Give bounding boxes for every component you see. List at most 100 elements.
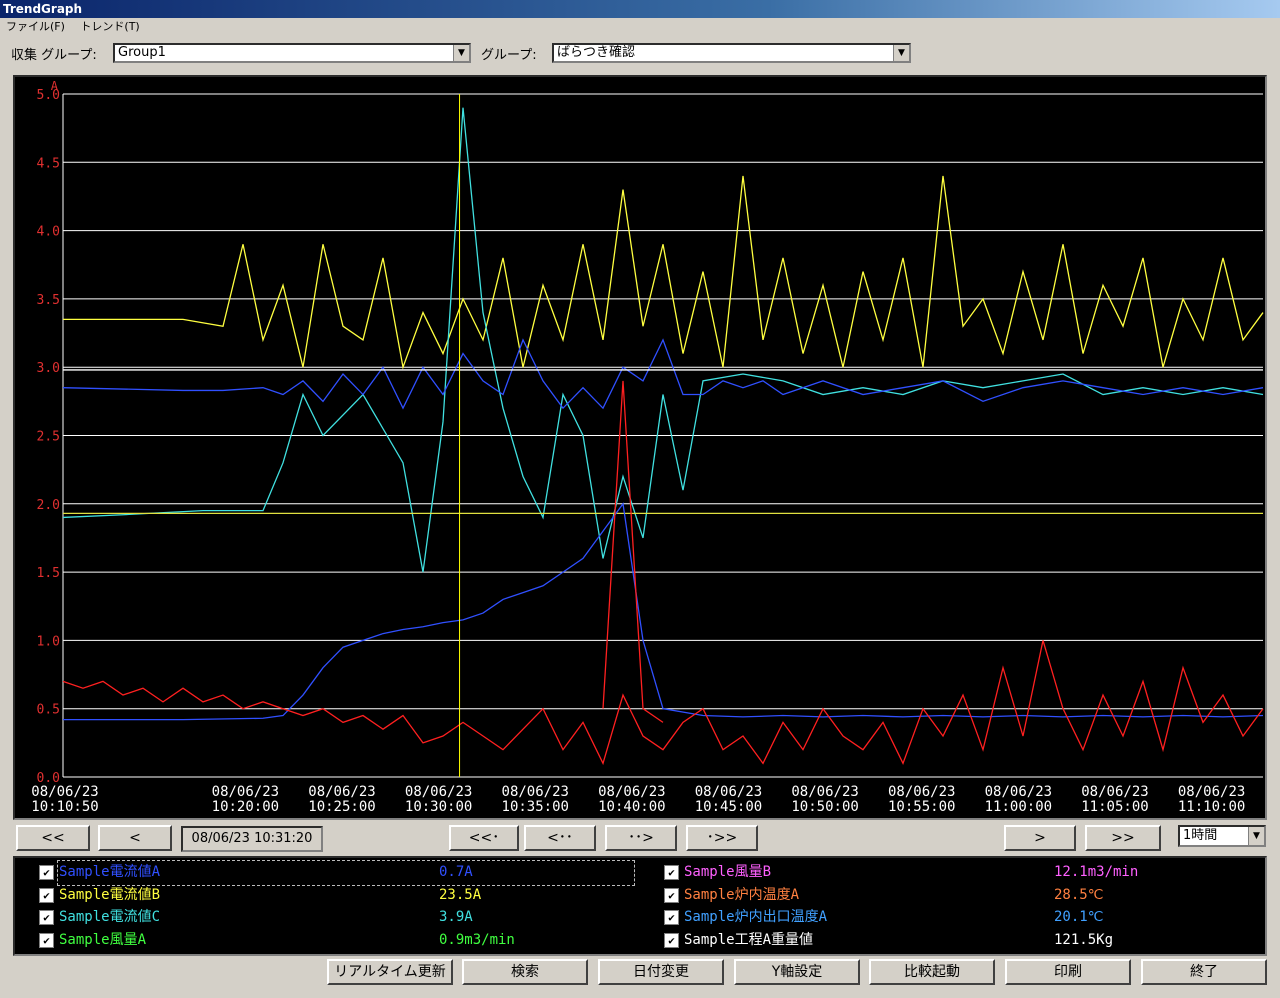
x-tick-date: 08/06/23 (502, 784, 569, 800)
group-value: ばらつき確認 (557, 45, 636, 60)
x-tick-time: 11:10:00 (1178, 799, 1245, 815)
x-tick-time: 10:30:00 (405, 799, 472, 815)
x-tick-time: 11:00:00 (985, 799, 1052, 815)
x-tick-date: 08/06/23 (31, 784, 98, 800)
group-label: グループ: (481, 48, 537, 63)
x-tick-date: 08/06/23 (695, 784, 762, 800)
chevron-down-icon[interactable]: ▼ (893, 45, 909, 61)
legend-series-name: Sample風量B (684, 864, 772, 880)
compare-launch-button[interactable]: 比較起動 (869, 959, 995, 985)
time-range-select[interactable]: 1時間 ▼ (1178, 825, 1266, 847)
y-tick-label: 0.5 (37, 703, 60, 718)
group-select[interactable]: ばらつき確認 ▼ (552, 43, 911, 63)
scroll-far-right-button[interactable]: ･>> (686, 825, 758, 851)
x-tick-time: 10:20:00 (212, 799, 279, 815)
x-tick-time: 10:50:00 (791, 799, 858, 815)
series-visible-checkbox[interactable]: ✔ (39, 865, 54, 880)
series-visible-checkbox[interactable]: ✔ (664, 932, 679, 948)
x-tick-time: 10:25:00 (308, 799, 375, 815)
collection-group-select[interactable]: Group1 ▼ (113, 43, 471, 63)
y-tick-label: 3.5 (37, 293, 60, 308)
trend-chart[interactable]: 0.0 0.5 1.0 1.5 2.0 2.5 3.0 3.5 4.0 4.5 5.0 A 08/06/… (13, 75, 1267, 820)
chevron-down-icon[interactable]: ▼ (453, 45, 469, 61)
legend-series-name: Sample炉内温度A (684, 886, 800, 903)
legend-item: ✔ Sample炉内温度A 28.5℃ (664, 885, 1224, 905)
y-tick-label: 3.0 (37, 361, 60, 376)
legend-item: ✔ Sample電流値C 3.9A (39, 907, 599, 927)
print-button[interactable]: 印刷 (1005, 959, 1131, 985)
x-tick-date: 08/06/23 (598, 784, 665, 800)
legend-item: ✔ Sample電流値A 0.7A (39, 862, 599, 882)
y-axis-unit-label: A (51, 79, 59, 93)
x-tick-date: 08/06/23 (1178, 784, 1245, 800)
legend-series-name: Sample工程A重量値 (684, 931, 814, 948)
x-tick-date: 08/06/23 (212, 784, 279, 800)
legend-item: ✔ Sample風量B 12.1m3/min (664, 862, 1224, 882)
realtime-update-button[interactable]: リアルタイム更新 (327, 959, 453, 985)
legend-panel: ✔ Sample電流値A 0.7A ✔ Sample電流値B 23.5A ✔ Sample電流… (13, 856, 1267, 956)
date-change-button[interactable]: 日付変更 (598, 959, 724, 985)
next-page-button[interactable]: > (1004, 825, 1076, 851)
series-visible-checkbox[interactable]: ✔ (664, 887, 679, 903)
chevron-down-icon[interactable]: ▼ (1248, 827, 1264, 845)
legend-series-name: Sample電流値B (59, 886, 161, 903)
legend-item: ✔ Sample風量A 0.9m3/min (39, 930, 599, 950)
legend-series-name: Sample電流値A (59, 864, 161, 880)
y-tick-label: 1.5 (37, 566, 60, 581)
prev-page-button[interactable]: < (98, 825, 172, 851)
scroll-far-left-button[interactable]: <<･ (449, 825, 519, 851)
x-tick-time: 10:55:00 (888, 799, 955, 815)
legend-series-value: 0.9m3/min (439, 931, 515, 948)
trend-chart-svg: 0.00.51.01.52.02.53.03.54.04.55.0A08/06/… (31, 79, 1264, 815)
x-tick-time: 11:05:00 (1081, 799, 1148, 815)
x-tick-date: 08/06/23 (308, 784, 375, 800)
series-visible-checkbox[interactable]: ✔ (39, 932, 54, 948)
series-visible-checkbox[interactable]: ✔ (664, 865, 679, 880)
y-tick-label: 2.0 (37, 498, 60, 513)
x-tick-date: 08/06/23 (791, 784, 858, 800)
exit-button[interactable]: 終了 (1141, 959, 1267, 985)
x-tick-time: 10:35:00 (502, 799, 569, 815)
scroll-right-button[interactable]: ･･> (605, 825, 677, 851)
menu-bar: ファイル(F) トレンド(T) (0, 18, 1280, 36)
series-visible-checkbox[interactable]: ✔ (664, 910, 679, 925)
legend-series-name: Sample電流値C (59, 909, 161, 925)
x-tick-date: 08/06/23 (888, 784, 955, 800)
legend-series-value: 3.9A (439, 909, 473, 925)
legend-item: ✔ Sample炉内出口温度A 20.1℃ (664, 907, 1224, 927)
y-tick-label: 4.5 (37, 156, 60, 171)
x-tick-time: 10:40:00 (598, 799, 665, 815)
series-line (602, 380, 664, 723)
time-range-value: 1時間 (1183, 828, 1218, 843)
search-button[interactable]: 検索 (462, 959, 588, 985)
y-axis-settings-button[interactable]: Y軸設定 (734, 959, 860, 985)
legend-series-value: 121.5Kg (1054, 931, 1114, 948)
last-page-button[interactable]: >> (1085, 825, 1161, 851)
x-tick-time: 10:10:50 (31, 799, 98, 815)
x-tick-date: 08/06/23 (1081, 784, 1148, 800)
scroll-left-button[interactable]: <･･ (524, 825, 596, 851)
y-tick-label: 1.0 (37, 634, 60, 649)
x-tick-date: 08/06/23 (405, 784, 472, 800)
legend-series-value: 12.1m3/min (1054, 864, 1139, 880)
series-visible-checkbox[interactable]: ✔ (39, 910, 54, 925)
first-page-button[interactable]: << (16, 825, 90, 851)
legend-item: ✔ Sample工程A重量値 121.5Kg (664, 930, 1224, 950)
collection-group-value: Group1 (118, 45, 166, 60)
x-tick-time: 10:45:00 (695, 799, 762, 815)
menu-file[interactable]: ファイル(F) (0, 18, 71, 36)
y-tick-label: 4.0 (37, 225, 60, 240)
legend-series-name: Sample風量A (59, 931, 147, 948)
legend-series-value: 20.1℃ (1054, 909, 1104, 925)
series-line (62, 640, 1264, 766)
legend-series-value: 28.5℃ (1054, 886, 1104, 903)
x-tick-date: 08/06/23 (985, 784, 1052, 800)
y-tick-label: 2.5 (37, 430, 60, 445)
menu-trend[interactable]: トレンド(T) (74, 18, 145, 36)
series-line (63, 502, 1264, 721)
collection-group-label: 収集 グループ: (11, 48, 97, 63)
legend-item: ✔ Sample電流値B 23.5A (39, 885, 599, 905)
current-date-display: 08/06/23 10:31:20 (181, 826, 323, 852)
series-visible-checkbox[interactable]: ✔ (39, 887, 54, 903)
window-title: TrendGraph (0, 0, 1280, 18)
